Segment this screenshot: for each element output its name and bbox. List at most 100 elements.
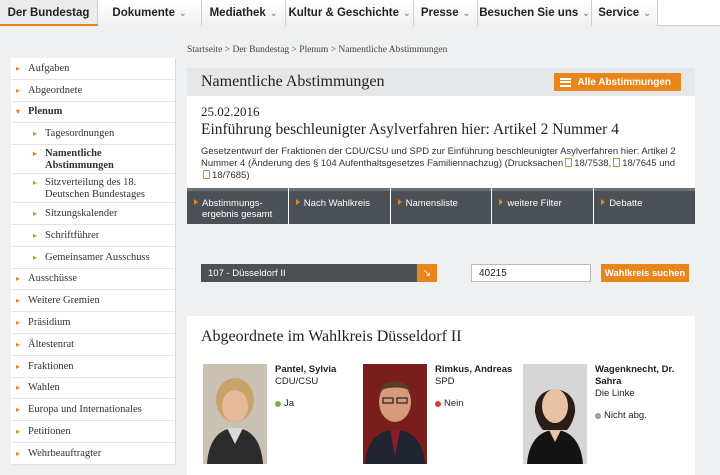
tab-gesamt[interactable]: Abstimmungs-ergebnis gesamt xyxy=(187,188,288,224)
arrow-right-icon: ▸ xyxy=(16,405,21,415)
nav-dokumente[interactable]: Dokumente ⌄ xyxy=(98,0,202,26)
member-info: Pantel, Sylvia CDU/CSU Ja xyxy=(275,364,365,410)
member-info: Wagenknecht, Dr. Sahra Die Linke Nicht a… xyxy=(595,364,685,422)
nav-label: Dokumente xyxy=(112,7,176,19)
title-bar: Namentliche Abstimmungen Alle Abstimmung… xyxy=(187,68,695,96)
member-vote: Nein xyxy=(435,398,525,410)
arrow-right-icon: ▸ xyxy=(16,296,21,306)
document-icon xyxy=(203,170,210,179)
nav-service[interactable]: Service ⌄ xyxy=(592,0,658,26)
vote-dot-icon xyxy=(275,401,281,407)
triangle-right-icon xyxy=(601,199,606,205)
all-votes-label: Alle Abstimmungen xyxy=(577,76,671,88)
sidebar-item-plenum[interactable]: ▾ Plenum xyxy=(11,102,175,124)
tab-label: Nach Wahlkreis xyxy=(303,198,370,209)
member-name: Rimkus, Andreas xyxy=(435,364,513,375)
tab-nach-wahlkreis[interactable]: Nach Wahlkreis xyxy=(288,188,390,232)
sidebar-item-aufgaben[interactable]: ▸ Aufgaben xyxy=(11,58,175,80)
sidebar-item-wahlen[interactable]: ▸ Wahlen xyxy=(11,378,175,400)
nav-mediathek[interactable]: Mediathek ⌄ xyxy=(202,0,286,26)
tab-weitere-filter[interactable]: weitere Filter xyxy=(492,188,594,224)
member-card[interactable]: Rimkus, Andreas SPD Nein xyxy=(363,364,523,464)
document-link[interactable]: 18/7538 xyxy=(574,158,608,169)
sidebar-item-aeltestenrat[interactable]: ▸ Ältestenrat xyxy=(11,334,175,356)
sidebar-item-schriftfuehrer[interactable]: ▸ Schriftführer xyxy=(11,225,175,247)
sidebar-item-europa[interactable]: ▸ Europa und Internationales xyxy=(11,399,175,422)
sidebar-item-abgeordnete[interactable]: ▸ Abgeordnete xyxy=(11,80,175,102)
document-link[interactable]: 18/7685 xyxy=(212,170,246,181)
sidebar-item-wehrbeauftragter[interactable]: ▸ Wehrbeauftragter xyxy=(11,443,175,465)
sidebar-item-gemeinsamer-ausschuss[interactable]: ▸ Gemeinsamer Ausschuss xyxy=(11,247,175,269)
separator: ) xyxy=(246,170,250,181)
member-name: Wagenknecht, Dr. Sahra xyxy=(595,364,675,387)
portrait-image xyxy=(203,364,267,464)
member-card[interactable]: Pantel, Sylvia CDU/CSU Ja xyxy=(203,364,363,464)
sidebar-item-praesidium[interactable]: ▸ Präsidium xyxy=(11,312,175,334)
member-photo xyxy=(523,364,587,464)
tab-namensliste[interactable]: Namensliste xyxy=(390,188,492,224)
portrait-image xyxy=(523,364,587,464)
nav-kultur-geschichte[interactable]: Kultur & Geschichte ⌄ xyxy=(286,0,414,26)
sidebar-item-label: Namentliche Abstimmungen xyxy=(45,148,114,172)
arrow-right-icon: ▸ xyxy=(16,383,21,393)
chevron-down-icon: ⌄ xyxy=(269,7,278,18)
tab-debatte[interactable]: Debatte xyxy=(594,188,695,224)
sidebar-item-petitionen[interactable]: ▸ Petitionen xyxy=(11,421,175,443)
sidebar-item-sitzverteilung[interactable]: ▸ Sitzverteilung des 18. Deutschen Bundes… xyxy=(11,174,175,204)
arrow-right-icon: ▸ xyxy=(16,361,21,371)
arrow-right-icon: ▸ xyxy=(33,209,38,219)
results-title: Abgeordnete im Wahlkreis Düsseldorf II xyxy=(201,328,462,345)
nav-besuchen-sie-uns[interactable]: Besuchen Sie uns ⌄ xyxy=(478,0,592,26)
tab-label: Namensliste xyxy=(405,198,458,209)
arrow-right-icon: ▸ xyxy=(33,178,38,188)
breadcrumb[interactable]: Startseite > Der Bundestag > Plenum > Na… xyxy=(187,34,697,68)
district-select[interactable]: 107 - Düsseldorf II ↘ xyxy=(201,264,437,282)
nav-label: Besuchen Sie uns xyxy=(479,7,579,19)
vote-date: 25.02.2016 xyxy=(201,104,260,119)
member-card[interactable]: Wagenknecht, Dr. Sahra Die Linke Nicht a… xyxy=(523,364,683,464)
sidebar-item-sitzungskalender[interactable]: ▸ Sitzungskalender xyxy=(11,203,175,225)
vote-panel: 25.02.2016 Einführung beschleunigter Asy… xyxy=(187,96,695,188)
result-tabs: Abstimmungs-ergebnis gesamt Nach Wahlkre… xyxy=(187,188,695,232)
postal-code-input[interactable]: 40215 xyxy=(471,264,591,282)
search-district-button[interactable]: Wahlkreis suchen xyxy=(601,264,689,282)
sidebar-item-label: Ältestenrat xyxy=(28,338,75,350)
nav-der-bundestag[interactable]: Der Bundestag xyxy=(0,0,98,26)
member-party: CDU/CSU xyxy=(275,376,319,387)
arrow-right-icon: ▸ xyxy=(16,63,21,73)
arrow-right-icon: ▸ xyxy=(33,129,38,139)
portrait-image xyxy=(363,364,427,464)
sidebar-item-fraktionen[interactable]: ▸ Fraktionen xyxy=(11,356,175,378)
vote-dot-icon xyxy=(595,413,601,419)
document-link[interactable]: 18/7645 xyxy=(622,158,656,169)
tab-label: weitere Filter xyxy=(507,198,562,209)
arrow-right-icon: ▸ xyxy=(16,427,21,437)
top-navigation: Der Bundestag Dokumente ⌄ Mediathek ⌄ Kult… xyxy=(0,0,720,26)
sidebar-item-ausschuesse[interactable]: ▸ Ausschüsse xyxy=(11,269,175,291)
sidebar-item-label: Schriftführer xyxy=(45,229,100,241)
all-votes-button[interactable]: Alle Abstimmungen xyxy=(554,73,681,91)
sidebar-item-namentliche-abstimmungen[interactable]: ▸ Namentliche Abstimmungen xyxy=(11,145,175,175)
member-photo xyxy=(203,364,267,464)
document-icon xyxy=(613,158,621,167)
nav-label: Kultur & Geschichte xyxy=(288,7,399,19)
vote-label: Nicht abg. xyxy=(604,410,647,421)
member-party: SPD xyxy=(435,376,455,387)
arrow-right-icon: ▸ xyxy=(33,149,38,159)
district-select-value: 107 - Düsseldorf II xyxy=(208,267,286,279)
vote-description: Gesetzentwurf der Fraktionen der CDU/CSU… xyxy=(201,146,681,182)
page-title: Namentliche Abstimmungen xyxy=(201,73,385,90)
arrow-right-icon: ▸ xyxy=(16,318,21,328)
chevron-down-icon: ⌄ xyxy=(643,7,651,18)
main-content: Startseite > Der Bundestag > Plenum > Na… xyxy=(187,34,697,475)
sidebar-item-label: Europa und Internationales xyxy=(28,404,142,416)
sidebar-item-label: Aufgaben xyxy=(28,62,70,74)
member-party: Die Linke xyxy=(595,388,635,399)
nav-label: Der Bundestag xyxy=(7,7,90,19)
sidebar-item-label: Fraktionen xyxy=(28,360,74,372)
document-icon xyxy=(565,158,573,167)
sidebar-item-tagesordnungen[interactable]: ▸ Tagesordnungen xyxy=(11,123,175,146)
arrow-down-right-icon[interactable]: ↘ xyxy=(417,264,437,282)
sidebar-item-weitere-gremien[interactable]: ▸ Weitere Gremien xyxy=(11,290,175,313)
nav-presse[interactable]: Presse ⌄ xyxy=(414,0,478,26)
